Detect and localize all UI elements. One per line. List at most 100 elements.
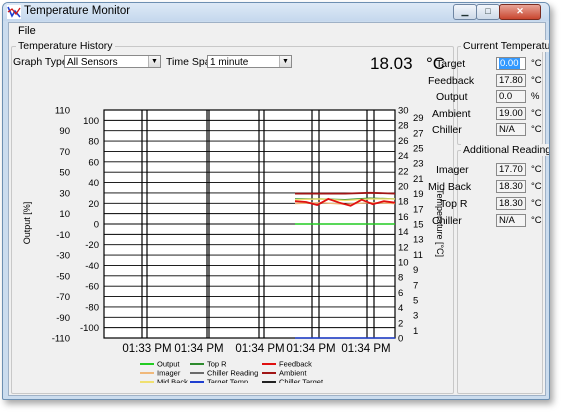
reading-value-field: N/A — [496, 214, 526, 227]
reading-value-field: 19.00 — [496, 106, 526, 120]
left-tick-inner: 100 — [83, 116, 99, 127]
right-tick-inner: 7 — [413, 280, 418, 291]
reading-label: Feedback — [428, 74, 475, 87]
graph-type-value: All Sensors — [67, 57, 118, 68]
right-tick-inner: 5 — [413, 296, 418, 307]
left-axis-label: Output [%] — [22, 202, 32, 245]
right-tick-outer: 18 — [398, 197, 409, 208]
right-tick-outer: 30 — [398, 106, 409, 117]
reading-unit: °C — [531, 58, 542, 69]
right-tick-outer: 26 — [398, 136, 409, 147]
left-tick-outer: 10 — [59, 209, 70, 220]
legend-label: Ambient — [279, 369, 307, 378]
reading-value-field: N/A — [496, 123, 526, 136]
additional-readings-title: Additional Readings — [461, 144, 549, 156]
reading-value: 0.0 — [499, 91, 513, 102]
legend-label: Output — [157, 360, 180, 369]
time-span-select[interactable]: 1 minute ▼ — [207, 55, 292, 68]
reading-unit: °C — [531, 198, 542, 209]
temperature-chart: 1109070503010-10-30-50-70-90-11010080604… — [22, 106, 445, 384]
right-tick-outer: 2 — [398, 318, 403, 329]
reading-label: Imager — [436, 164, 469, 176]
left-tick-outer: 110 — [55, 106, 70, 117]
reading-label: Output — [436, 91, 468, 103]
reading-value: 17.80 — [499, 74, 523, 86]
graph-type-select[interactable]: All Sensors ▼ — [64, 55, 161, 68]
reading-label: Mid Back — [428, 181, 472, 193]
reading-value-field: 0.0 — [496, 90, 526, 103]
reading-unit: °C — [531, 164, 542, 175]
right-tick-inner: 17 — [413, 204, 424, 215]
left-tick-inner: -60 — [85, 282, 99, 293]
x-tick-label: 01:34 PM — [341, 343, 390, 355]
maximize-icon[interactable]: □ — [476, 4, 500, 20]
left-tick-inner: -80 — [85, 302, 99, 313]
right-tick-outer: 28 — [398, 121, 409, 132]
right-tick-outer: 12 — [398, 242, 409, 253]
legend-label: Chiller Target — [279, 378, 324, 384]
left-tick-inner: -40 — [85, 261, 99, 272]
right-tick-inner: 25 — [413, 144, 424, 155]
reading-unit: °C — [531, 181, 542, 192]
chevron-down-icon[interactable]: ▼ — [148, 56, 160, 67]
client-area: File Temperature History Graph Type: All… — [8, 22, 549, 396]
reading-unit: °C — [531, 215, 542, 226]
right-tick-inner: 11 — [413, 250, 423, 261]
right-tick-inner: 21 — [413, 174, 424, 185]
legend-label: Top R — [207, 360, 227, 369]
legend-label: Mid Back — [157, 378, 188, 384]
legend-label: Target Temp — [207, 378, 248, 384]
reading-value-field[interactable]: 0.00 — [496, 57, 526, 70]
left-tick-outer: 90 — [59, 126, 70, 137]
time-span-value: 1 minute — [210, 57, 249, 68]
left-tick-outer: -50 — [56, 271, 70, 282]
right-tick-inner: 23 — [413, 159, 424, 170]
left-tick-outer: -90 — [56, 313, 70, 324]
reading-value-field: 17.70 — [496, 163, 526, 176]
right-tick-outer: 22 — [398, 166, 409, 177]
reading-label: Chiller — [432, 124, 462, 136]
left-tick-outer: -30 — [56, 251, 70, 262]
left-tick-outer: 70 — [59, 147, 70, 158]
reading-value: N/A — [499, 124, 515, 135]
reading-value-field: 17.80 — [496, 73, 526, 87]
minimize-icon[interactable]: ▁ — [453, 4, 477, 20]
main-window: Temperature Monitor ▁ □ ✕ File Temperatu… — [2, 2, 550, 400]
x-tick-label: 01:34 PM — [174, 343, 223, 355]
reading-value-field: 18.30 — [496, 180, 526, 193]
right-tick-inner: 1 — [413, 326, 418, 337]
reading-value: 18.30 — [499, 198, 523, 209]
left-tick-inner: 80 — [88, 137, 99, 148]
right-tick-outer: 20 — [398, 182, 409, 193]
right-tick-outer: 4 — [398, 303, 403, 314]
right-tick-outer: 24 — [398, 151, 409, 162]
left-tick-outer: -10 — [56, 230, 70, 241]
reading-label: Top R — [440, 198, 468, 210]
reading-value: 0.00 — [499, 58, 520, 69]
reading-value: N/A — [499, 215, 515, 226]
right-tick-outer: 0 — [398, 334, 403, 345]
reading-value: 17.70 — [499, 164, 523, 175]
chevron-down-icon[interactable]: ▼ — [279, 56, 291, 67]
title-bar[interactable]: Temperature Monitor ▁ □ ✕ — [3, 3, 549, 21]
reading-unit: °C — [531, 124, 542, 135]
legend-label: Feedback — [279, 360, 312, 369]
right-tick-inner: 9 — [413, 265, 418, 276]
reading-label: Ambient — [432, 107, 471, 120]
reading-label: Chiller — [432, 215, 462, 227]
right-tick-outer: 8 — [398, 273, 403, 284]
right-tick-outer: 16 — [398, 212, 409, 223]
reading-value-field: 18.30 — [496, 197, 526, 210]
left-tick-outer: 50 — [59, 168, 70, 179]
chart-legend: OutputImagerMid Back Top RChiller Reading… — [140, 360, 324, 384]
menu-file[interactable]: File — [18, 25, 36, 37]
left-tick-inner: 0 — [94, 220, 99, 231]
close-icon[interactable]: ✕ — [499, 4, 541, 20]
menu-bar: File — [9, 23, 545, 40]
current-temperature-title: Current Temperature — [461, 40, 549, 52]
reading-unit: % — [531, 91, 540, 102]
right-tick-inner: 3 — [413, 311, 418, 322]
left-tick-outer: 30 — [59, 188, 70, 199]
x-tick-label: 01:33 PM — [122, 343, 171, 355]
left-tick-inner: -20 — [85, 240, 99, 251]
